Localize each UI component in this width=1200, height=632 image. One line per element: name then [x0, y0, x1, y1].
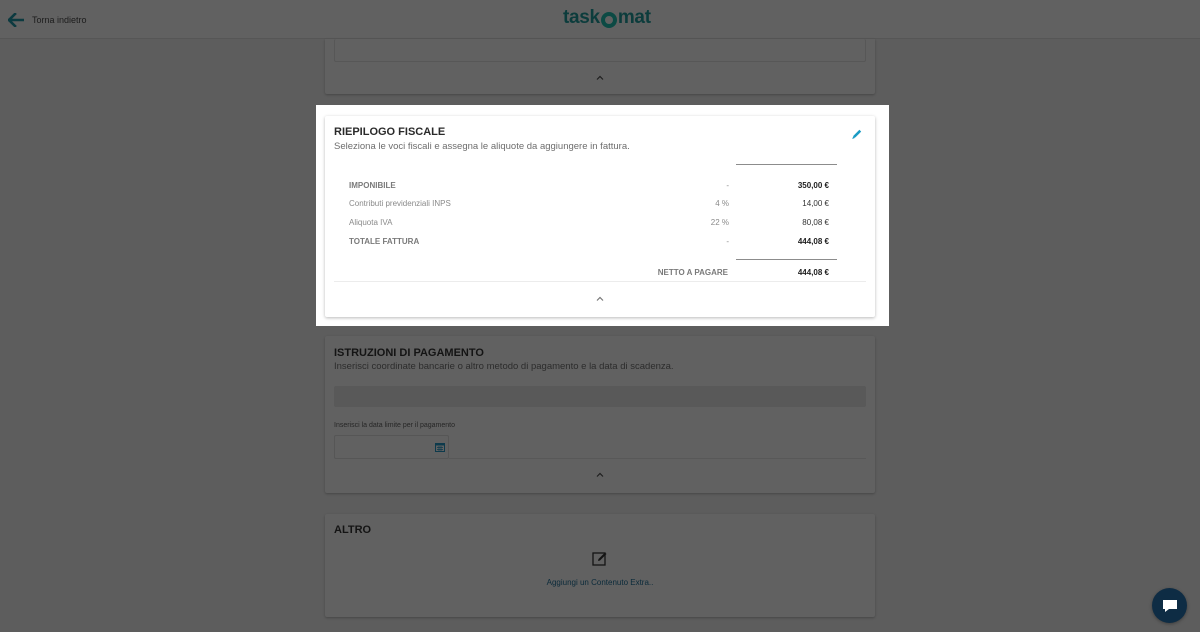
fiscal-summary-card: RIEPILOGO FISCALE Seleziona le voci fisc…: [325, 116, 875, 317]
row-value-imponibile: 350,00 €: [797, 181, 829, 190]
logo-text-right: mat: [617, 7, 651, 28]
row-rate-iva: 22 %: [710, 218, 729, 227]
other-title: ALTRO: [334, 524, 372, 536]
previous-section-field[interactable]: [334, 39, 866, 62]
due-date-input[interactable]: [334, 435, 449, 459]
fiscal-subtitle: Seleziona le voci fiscali e assegna le a…: [334, 141, 630, 152]
net-divider: [736, 259, 837, 260]
row-label-iva: Aliquota IVA: [349, 218, 393, 227]
edit-document-icon[interactable]: [592, 551, 608, 567]
row-value-inps: 14,00 €: [802, 199, 829, 208]
chevron-up-icon[interactable]: [596, 74, 604, 82]
net-label: NETTO A PAGARE: [657, 268, 728, 277]
net-value: 444,08 €: [797, 268, 829, 277]
row-label-inps: Contributi previdenziali INPS: [349, 199, 451, 208]
payment-title: ISTRUZIONI DI PAGAMENTO: [334, 347, 484, 359]
row-label-totale: TOTALE FATTURA: [349, 237, 420, 246]
logo-text-left: task: [563, 7, 600, 28]
row-value-totale: 444,08 €: [797, 237, 829, 246]
row-rate-imponibile: -: [726, 181, 729, 190]
row-value-iva: 80,08 €: [802, 218, 829, 227]
pencil-icon: [852, 129, 862, 139]
arrow-left-icon: [8, 13, 24, 27]
back-button[interactable]: Torna indietro: [8, 10, 87, 30]
payment-card: ISTRUZIONI DI PAGAMENTO Inserisci coordi…: [325, 336, 875, 493]
payment-chevron-icon[interactable]: [596, 471, 604, 479]
back-label: Torna indietro: [32, 15, 87, 25]
previous-section-card: [325, 39, 875, 94]
footer-divider: [334, 281, 866, 282]
top-bar: Torna indietro task mat: [0, 0, 1200, 39]
row-label-imponibile: IMPONIBILE: [349, 181, 396, 190]
row-rate-totale: -: [726, 237, 729, 246]
collapse-chevron-icon[interactable]: [596, 295, 604, 303]
chat-button[interactable]: [1152, 588, 1187, 623]
logo-o-icon: [600, 12, 617, 28]
fiscal-title: RIEPILOGO FISCALE: [334, 126, 446, 138]
edit-button[interactable]: [851, 127, 863, 145]
app-logo: task mat: [563, 7, 651, 29]
add-extra-content-link[interactable]: Aggiungi un Contenuto Extra..: [325, 578, 875, 587]
payment-divider: [449, 458, 866, 459]
calendar-icon[interactable]: [435, 443, 445, 452]
row-rate-inps: 4 %: [715, 199, 729, 208]
chat-bubble-icon: [1162, 599, 1177, 612]
top-divider: [736, 164, 837, 165]
other-card: ALTRO Aggiungi un Contenuto Extra..: [325, 514, 875, 617]
payment-instructions-input[interactable]: [334, 386, 866, 407]
payment-subtitle: Inserisci coordinate bancarie o altro me…: [334, 361, 674, 372]
date-field-label: Inserisci la data limite per il pagament…: [334, 422, 456, 429]
